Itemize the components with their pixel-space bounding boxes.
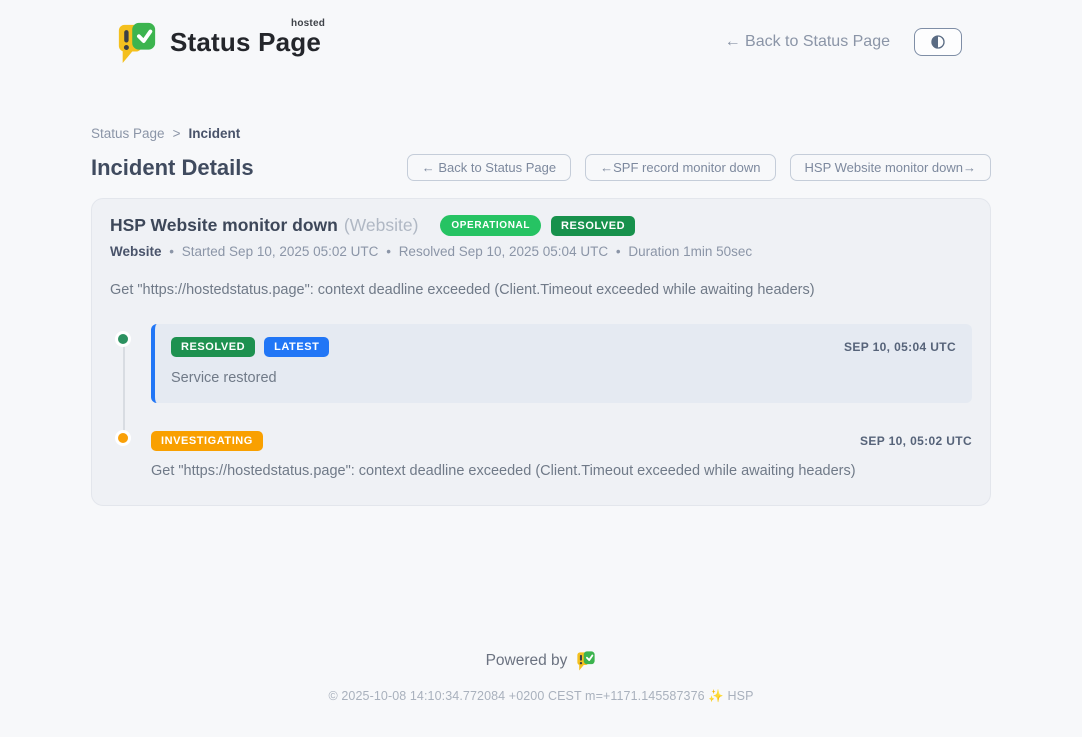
brand-name: hosted Status Page bbox=[170, 27, 325, 58]
header-back-link[interactable]: ← Back to Status Page bbox=[725, 33, 890, 51]
page-title: Incident Details bbox=[91, 155, 254, 181]
powered-by-logo-icon[interactable] bbox=[576, 650, 596, 671]
brand-superscript: hosted bbox=[291, 18, 325, 29]
timeline-message: Get "https://hostedstatus.page": context… bbox=[151, 463, 972, 479]
timeline-entry-resolved: RESOLVED LATEST SEP 10, 05:04 UTC Servic… bbox=[110, 324, 972, 403]
footer: Powered by © 2025-10-08 14:10:34.772084 … bbox=[0, 650, 1082, 704]
incident-title: HSP Website monitor down bbox=[110, 215, 338, 236]
incident-meta: Website • Started Sep 10, 2025 05:02 UTC… bbox=[110, 244, 972, 259]
back-to-status-page-button[interactable]: ← Back to Status Page bbox=[407, 154, 571, 181]
resolved-badge: RESOLVED bbox=[551, 216, 635, 236]
copyright-line: © 2025-10-08 14:10:34.772084 +0200 CEST … bbox=[0, 689, 1082, 704]
timeline-message: Service restored bbox=[171, 370, 956, 386]
contrast-half-circle-icon bbox=[929, 33, 947, 51]
incident-card: HSP Website monitor down (Website) OPERA… bbox=[91, 198, 991, 506]
meta-separator: • bbox=[169, 244, 174, 259]
timeline-badge-row: RESOLVED LATEST SEP 10, 05:04 UTC bbox=[171, 337, 956, 357]
incident-component: (Website) bbox=[344, 215, 419, 236]
meta-separator: • bbox=[616, 244, 621, 259]
timeline-resolved-badge: RESOLVED bbox=[171, 337, 255, 357]
header-right: ← Back to Status Page bbox=[725, 28, 962, 56]
meta-duration: Duration 1min 50sec bbox=[628, 244, 752, 259]
meta-started: Started Sep 10, 2025 05:02 UTC bbox=[182, 244, 379, 259]
operational-badge: OPERATIONAL bbox=[440, 215, 541, 236]
title-row: Incident Details ← Back to Status Page ←… bbox=[91, 154, 991, 181]
incident-description: Get "https://hostedstatus.page": context… bbox=[110, 282, 972, 298]
incident-status-badges: OPERATIONAL RESOLVED bbox=[440, 215, 635, 236]
timeline-entry-card: RESOLVED LATEST SEP 10, 05:04 UTC Servic… bbox=[151, 324, 972, 403]
prev-incident-button[interactable]: ←SPF record monitor down bbox=[585, 154, 775, 181]
timeline-timestamp: SEP 10, 05:04 UTC bbox=[844, 340, 956, 354]
timeline-dot-resolved bbox=[115, 331, 131, 347]
timeline-entry-investigating: INVESTIGATING SEP 10, 05:02 UTC Get "htt… bbox=[110, 431, 972, 479]
breadcrumb-incident: Incident bbox=[188, 126, 240, 141]
main-content: Status Page > Incident Incident Details … bbox=[91, 126, 991, 506]
header: hosted Status Page ← Back to Status Page bbox=[0, 0, 1082, 68]
timeline-dot-investigating bbox=[115, 430, 131, 446]
incident-timeline: RESOLVED LATEST SEP 10, 05:04 UTC Servic… bbox=[110, 324, 972, 479]
meta-separator: • bbox=[386, 244, 391, 259]
next-incident-button[interactable]: HSP Website monitor down→ bbox=[790, 154, 991, 181]
timeline-investigating-badge: INVESTIGATING bbox=[151, 431, 263, 451]
incident-nav-buttons: ← Back to Status Page ←SPF record monito… bbox=[407, 154, 991, 181]
powered-by-row: Powered by bbox=[0, 650, 1082, 671]
breadcrumb: Status Page > Incident bbox=[91, 126, 991, 141]
timeline-timestamp: SEP 10, 05:02 UTC bbox=[860, 434, 972, 448]
incident-title-row: HSP Website monitor down (Website) OPERA… bbox=[110, 215, 972, 236]
brand-name-text: Status Page bbox=[170, 27, 321, 57]
breadcrumb-status-page[interactable]: Status Page bbox=[91, 126, 165, 141]
theme-toggle-button[interactable] bbox=[914, 28, 962, 56]
powered-by-label: Powered by bbox=[486, 652, 568, 670]
meta-resolved: Resolved Sep 10, 2025 05:04 UTC bbox=[399, 244, 608, 259]
timeline-latest-badge: LATEST bbox=[264, 337, 329, 357]
timeline-badge-row: INVESTIGATING SEP 10, 05:02 UTC bbox=[151, 431, 972, 451]
status-page-logo-icon bbox=[116, 20, 158, 64]
breadcrumb-separator: > bbox=[173, 126, 181, 141]
meta-component: Website bbox=[110, 244, 162, 259]
brand-logo[interactable]: hosted Status Page bbox=[116, 20, 325, 64]
